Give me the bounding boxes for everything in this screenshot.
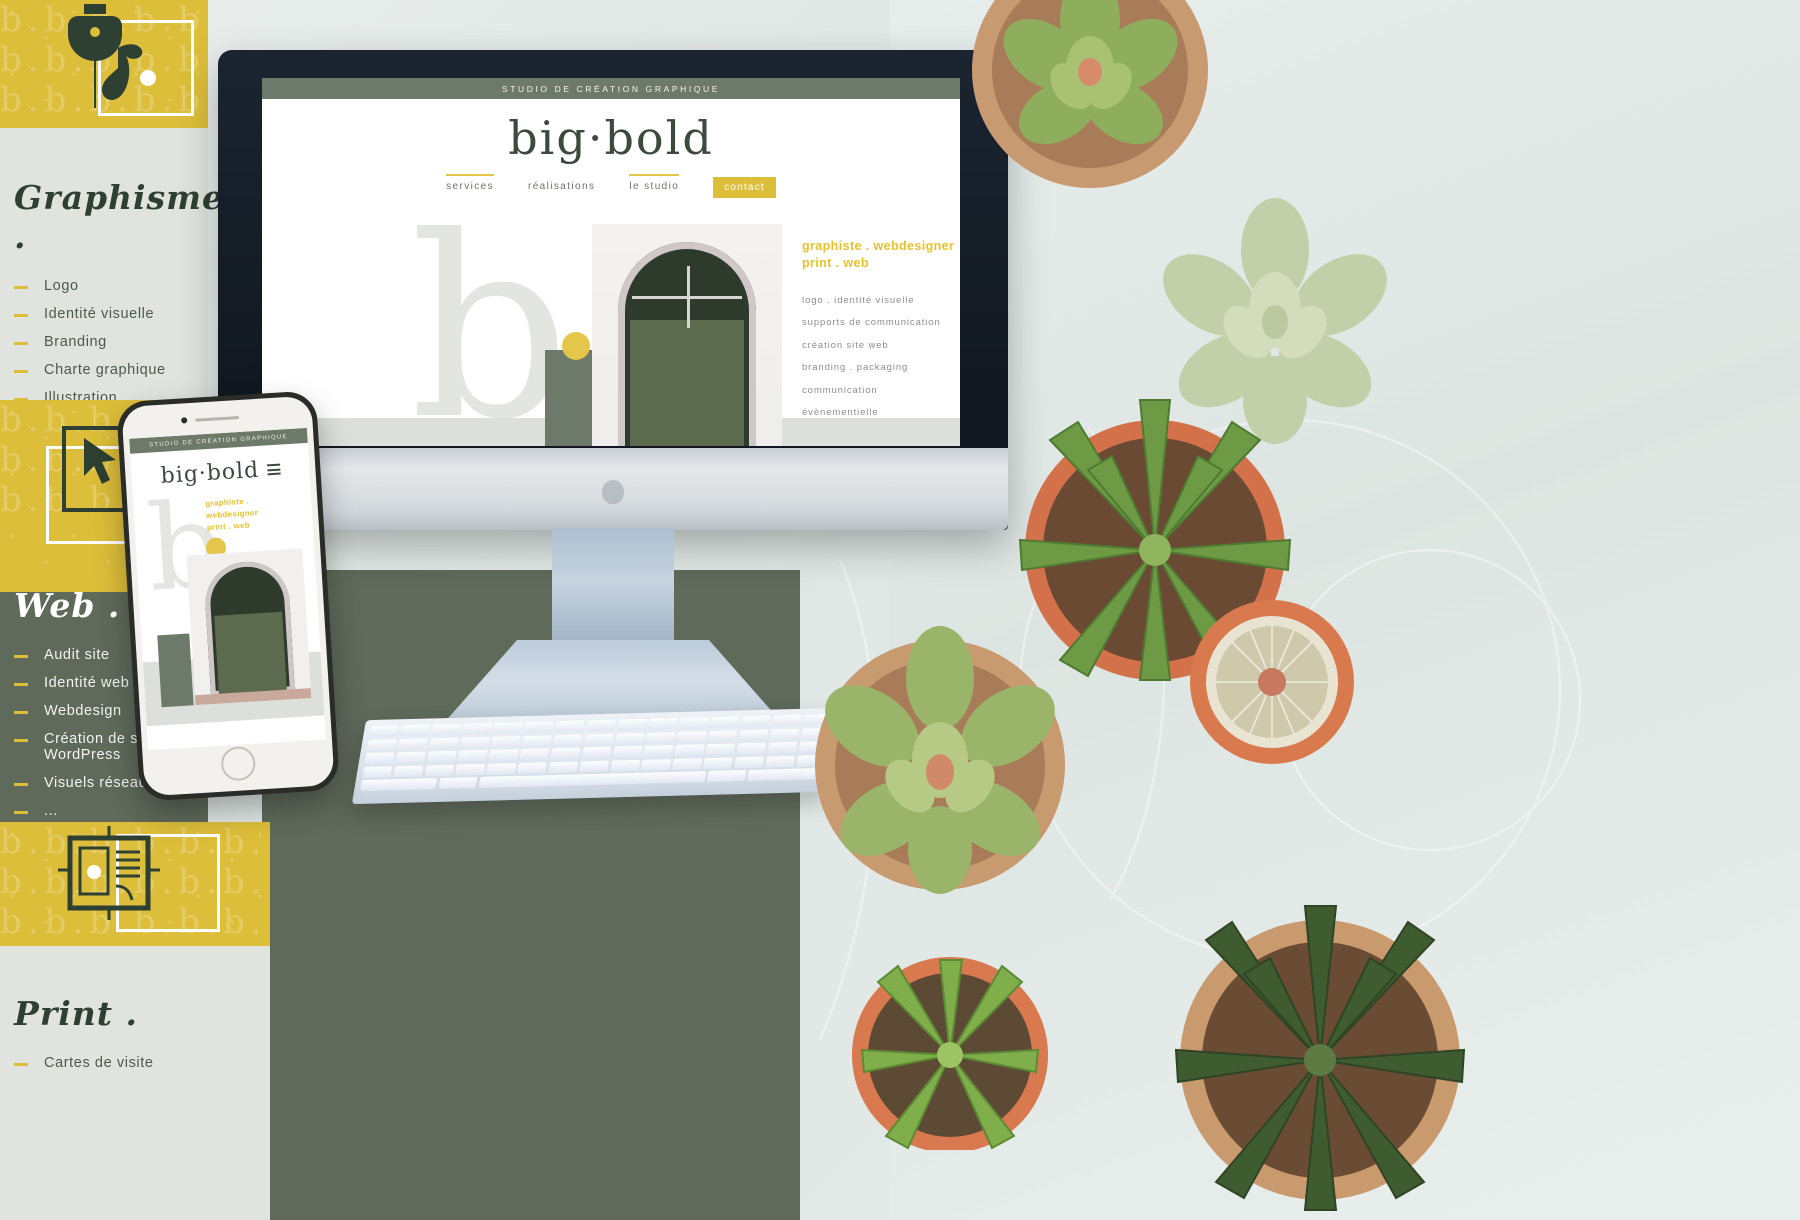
website-desktop: STUDIO DE CRÉATION GRAPHIQUE big·bold se…: [262, 78, 960, 446]
iphone-mockup: STUDIO DE CRÉATION GRAPHIQUE big·bold b.…: [115, 390, 341, 802]
nav-item-le-studio[interactable]: le studio: [629, 173, 680, 195]
succulent-top: [972, 0, 1208, 188]
nav-item-contact-button[interactable]: contact: [713, 177, 776, 198]
hero-kicker-line-1: graphiste . webdesigner: [802, 239, 955, 253]
hero-door-photo: [592, 224, 782, 446]
imac-mockup: STUDIO DE CRÉATION GRAPHIQUE big·bold se…: [218, 50, 1008, 530]
apple-logo-icon: [602, 480, 624, 504]
imac-chin: [218, 448, 1008, 530]
hero-kicker: graphiste . webdesigner print . web: [802, 238, 960, 272]
pen-nib-icon: [44, 4, 194, 122]
phone-hero-kicker: graphiste . webdesigner print . web: [205, 495, 259, 534]
haworthia-plant: [1174, 905, 1466, 1211]
phone-site-tagline-bar: STUDIO DE CRÉATION GRAPHIQUE: [129, 427, 308, 454]
imac-screen: STUDIO DE CRÉATION GRAPHIQUE big·bold se…: [262, 78, 960, 446]
succulent-lower-left: [815, 626, 1065, 894]
site-logo: big·bold: [508, 111, 714, 165]
iphone-face: STUDIO DE CRÉATION GRAPHIQUE big·bold b.…: [121, 395, 335, 797]
list-item: communication: [802, 384, 878, 396]
list-item: ...: [14, 803, 234, 819]
phone-kicker-line-3: print . web: [206, 520, 251, 533]
iphone-home-button[interactable]: [220, 745, 257, 782]
aloe-small-bottom: [852, 957, 1048, 1150]
section-graphisme-title: Graphisme .: [14, 178, 225, 256]
section-print-title: Print .: [14, 994, 138, 1033]
iphone-screen: STUDIO DE CRÉATION GRAPHIQUE big·bold b.…: [129, 427, 326, 751]
imac-stand-neck: [552, 528, 674, 648]
list-item: Cartes de visite: [14, 1055, 254, 1071]
list-item: Logo: [14, 278, 224, 294]
hero-services-list: logo . identité visuelle supports de com…: [802, 294, 960, 419]
hamburger-menu-icon[interactable]: [266, 461, 281, 477]
list-item: Branding: [14, 334, 224, 350]
list-item: Identité visuelle: [14, 306, 224, 322]
iphone-camera: [181, 417, 188, 424]
list-item: branding . packaging: [802, 362, 909, 374]
list-item: logo . identité visuelle: [802, 294, 915, 306]
mockup-scene: b.b.b.b.b. b.b.b.b.b. b.b.b.b.b. Graphis…: [0, 0, 1800, 1220]
hero-section: b. graphiste . webdesigner print . web l…: [262, 204, 960, 446]
phone-door-photo: [186, 548, 312, 706]
iphone-speaker: [195, 415, 240, 422]
cactus-plant: [1190, 600, 1354, 764]
list-item: évènementielle: [802, 406, 879, 418]
section-print-list: Cartes de visite: [14, 1055, 254, 1071]
list-item: création site web: [802, 339, 889, 351]
keyboard: [351, 707, 841, 805]
hero-copy: graphiste . webdesigner print . web logo…: [802, 238, 960, 430]
hero-kicker-line-2: print . web: [802, 255, 869, 270]
hero-yellow-dot: [562, 332, 590, 360]
brochure-icon: [38, 824, 220, 946]
phone-hero: b. graphiste . webdesigner print . web: [133, 474, 325, 727]
list-item: Charte graphique: [14, 362, 224, 378]
print-panel: [0, 946, 270, 1220]
list-item: supports de communication: [802, 317, 941, 329]
site-tagline-bar: STUDIO DE CRÉATION GRAPHIQUE: [262, 78, 960, 99]
section-print: Print . Cartes de visite: [14, 994, 254, 1083]
phone-olive-band: [157, 633, 194, 708]
